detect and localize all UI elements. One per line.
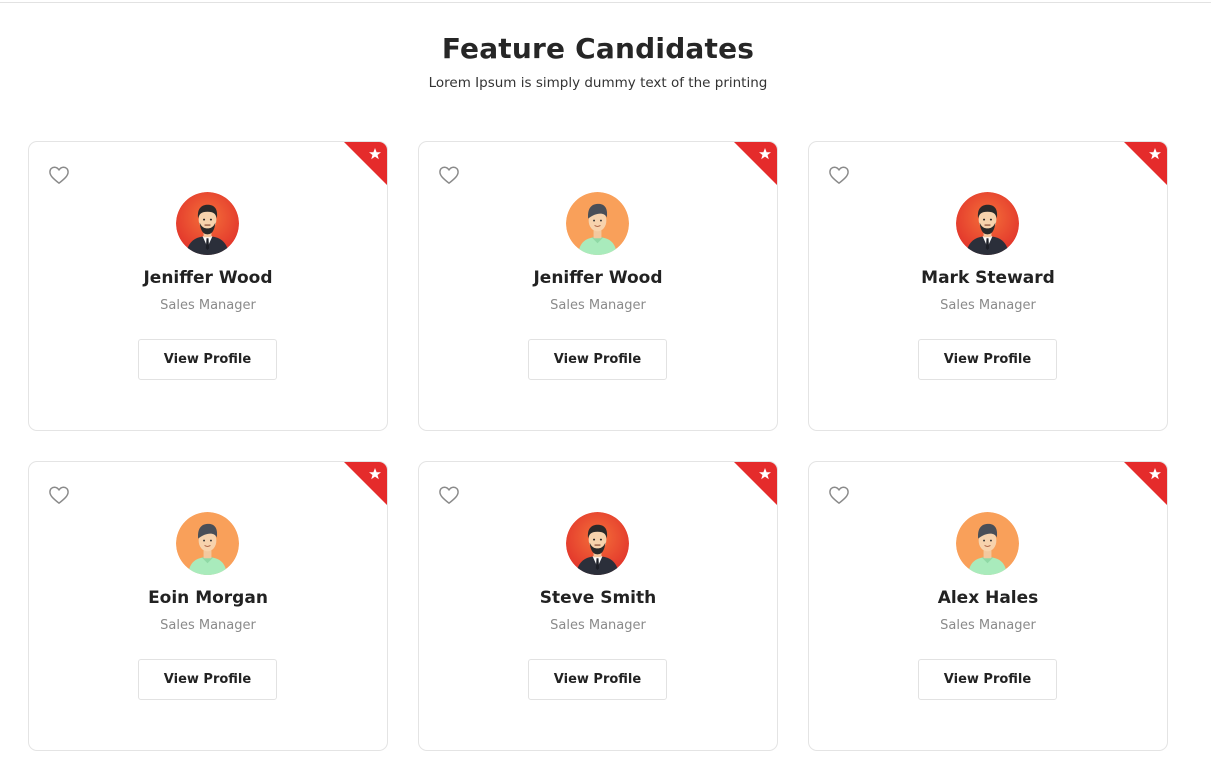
featured-star-ribbon-icon [733,141,778,186]
candidate-role: Sales Manager [160,298,256,313]
candidate-card: Jeniffer Wood Sales Manager View Profile [28,141,388,431]
featured-star-ribbon-icon [733,461,778,506]
featured-star-ribbon-icon [343,141,388,186]
businessman-avatar-icon [176,192,239,255]
featured-star-ribbon-icon [1123,141,1168,186]
candidate-name: Jeniffer Wood [143,268,273,288]
candidate-role: Sales Manager [550,618,646,633]
section-subtitle: Lorem Ipsum is simply dummy text of the … [428,75,768,91]
candidate-card: Eoin Morgan Sales Manager View Profile [28,461,388,751]
heart-icon[interactable] [828,165,850,185]
heart-icon[interactable] [828,485,850,505]
heart-icon[interactable] [48,485,70,505]
featured-star-ribbon-icon [343,461,388,506]
candidate-role: Sales Manager [940,618,1036,633]
casual-man-avatar-icon [176,512,239,575]
candidate-name: Mark Steward [921,268,1055,288]
casual-man-avatar-icon [956,512,1019,575]
heart-icon[interactable] [438,485,460,505]
businessman-avatar-icon [956,192,1019,255]
candidate-name: Eoin Morgan [148,588,268,608]
candidate-name: Alex Hales [937,588,1039,608]
candidate-card: Alex Hales Sales Manager View Profile [808,461,1168,751]
candidate-role: Sales Manager [940,298,1036,313]
featured-star-ribbon-icon [1123,461,1168,506]
view-profile-button[interactable]: View Profile [138,339,277,380]
casual-man-avatar-icon [566,192,629,255]
section-title: Feature Candidates [441,32,755,65]
heart-icon[interactable] [48,165,70,185]
businessman-avatar-icon [566,512,629,575]
candidate-role: Sales Manager [160,618,256,633]
candidate-role: Sales Manager [550,298,646,313]
candidate-name: Steve Smith [539,588,657,608]
candidate-card: Mark Steward Sales Manager View Profile [808,141,1168,431]
candidate-name: Jeniffer Wood [533,268,663,288]
view-profile-button[interactable]: View Profile [918,339,1057,380]
heart-icon[interactable] [438,165,460,185]
candidate-card: Steve Smith Sales Manager View Profile [418,461,778,751]
view-profile-button[interactable]: View Profile [528,659,667,700]
view-profile-button[interactable]: View Profile [138,659,277,700]
view-profile-button[interactable]: View Profile [528,339,667,380]
top-divider [0,2,1211,3]
view-profile-button[interactable]: View Profile [918,659,1057,700]
candidate-card: Jeniffer Wood Sales Manager View Profile [418,141,778,431]
